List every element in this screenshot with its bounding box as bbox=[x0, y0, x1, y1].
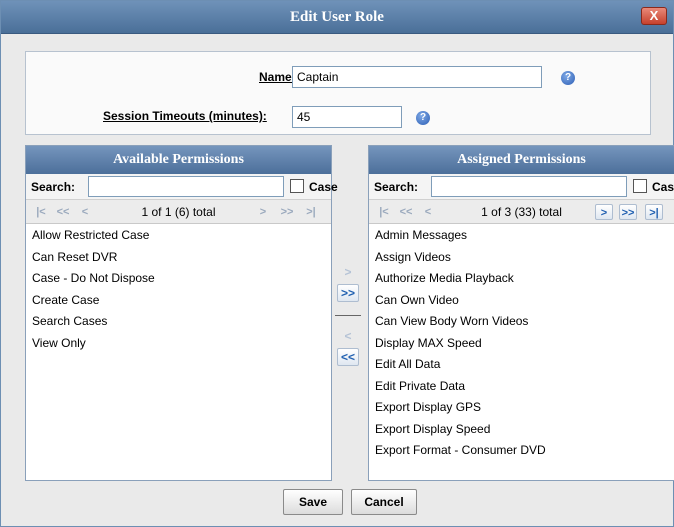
available-permissions-panel: Available Permissions Search: Case |< <<… bbox=[25, 145, 338, 481]
remove-all-button[interactable]: << bbox=[337, 348, 359, 366]
transfer-divider bbox=[335, 315, 361, 316]
assigned-search-label: Search: bbox=[374, 180, 419, 194]
last-page-icon[interactable]: >| bbox=[645, 204, 663, 220]
assigned-case-checkbox[interactable] bbox=[633, 179, 647, 193]
available-pager: |< << < 1 of 1 (6) total > >> >| bbox=[26, 200, 331, 224]
available-permissions-list: Allow Restricted Case Can Reset DVR Case… bbox=[26, 224, 331, 354]
available-search-label: Search: bbox=[31, 180, 76, 194]
cancel-button[interactable]: Cancel bbox=[351, 489, 417, 515]
list-item[interactable]: Can Own Video bbox=[375, 290, 674, 312]
list-item[interactable]: Edit All Data bbox=[375, 354, 674, 376]
dialog-title: Edit User Role bbox=[290, 9, 384, 25]
list-item[interactable]: Allow Restricted Case bbox=[32, 225, 331, 247]
last-page-icon[interactable]: >| bbox=[302, 204, 320, 220]
edit-user-role-dialog: Edit User Role X Name: Captain ? Session… bbox=[0, 0, 674, 527]
available-search-row: Search: Case bbox=[26, 174, 338, 200]
close-icon: X bbox=[649, 8, 659, 23]
assigned-search-row: Search: Case bbox=[369, 174, 674, 200]
list-item[interactable]: Export Display Speed bbox=[375, 419, 674, 441]
assigned-search-input[interactable] bbox=[431, 176, 627, 197]
list-item[interactable]: Edit Private Data bbox=[375, 376, 674, 398]
name-input[interactable]: Captain bbox=[292, 66, 542, 88]
available-case-checkbox[interactable] bbox=[290, 179, 304, 193]
list-item[interactable]: View Only bbox=[32, 333, 331, 355]
session-timeout-input[interactable]: 45 bbox=[292, 106, 402, 128]
list-item[interactable]: Export Display GPS bbox=[375, 397, 674, 419]
assigned-permissions-list: Admin Messages Assign Videos Authorize M… bbox=[369, 224, 674, 462]
assigned-permissions-header: Assigned Permissions bbox=[369, 146, 674, 174]
list-item[interactable]: Search Cases bbox=[32, 311, 331, 333]
next-page-icon[interactable]: > bbox=[254, 204, 272, 220]
add-all-button[interactable]: >> bbox=[337, 284, 359, 302]
assigned-case-label: Case bbox=[652, 180, 674, 194]
role-settings-panel: Name: Captain ? Session Timeouts (minute… bbox=[25, 51, 651, 135]
assigned-permissions-panel: Assigned Permissions Search: Case |< << … bbox=[368, 145, 674, 481]
add-selected-button[interactable]: > bbox=[337, 264, 359, 282]
list-item[interactable]: Admin Messages bbox=[375, 225, 674, 247]
next-page-group-icon[interactable]: >> bbox=[278, 204, 296, 220]
list-item[interactable]: Authorize Media Playback bbox=[375, 268, 674, 290]
assigned-pager: |< << < 1 of 3 (33) total > >> >| bbox=[369, 200, 674, 224]
available-search-input[interactable] bbox=[88, 176, 284, 197]
list-item[interactable]: Create Case bbox=[32, 290, 331, 312]
close-button[interactable]: X bbox=[641, 7, 667, 25]
help-icon[interactable]: ? bbox=[561, 71, 575, 85]
list-item[interactable]: Can Reset DVR bbox=[32, 247, 331, 269]
next-page-icon[interactable]: > bbox=[595, 204, 613, 220]
available-case-label: Case bbox=[309, 180, 338, 194]
save-button[interactable]: Save bbox=[283, 489, 343, 515]
remove-selected-button[interactable]: < bbox=[337, 328, 359, 346]
list-item[interactable]: Display MAX Speed bbox=[375, 333, 674, 355]
list-item[interactable]: Export Format - Consumer DVD bbox=[375, 440, 674, 462]
session-timeout-label: Session Timeouts (minutes): bbox=[103, 109, 267, 123]
name-label: Name: bbox=[259, 70, 296, 84]
list-item[interactable]: Assign Videos bbox=[375, 247, 674, 269]
help-icon[interactable]: ? bbox=[416, 111, 430, 125]
list-item[interactable]: Can View Body Worn Videos bbox=[375, 311, 674, 333]
title-bar: Edit User Role X bbox=[1, 1, 673, 34]
list-item[interactable]: Case - Do Not Dispose bbox=[32, 268, 331, 290]
next-page-group-icon[interactable]: >> bbox=[619, 204, 637, 220]
available-permissions-header: Available Permissions bbox=[26, 146, 331, 174]
